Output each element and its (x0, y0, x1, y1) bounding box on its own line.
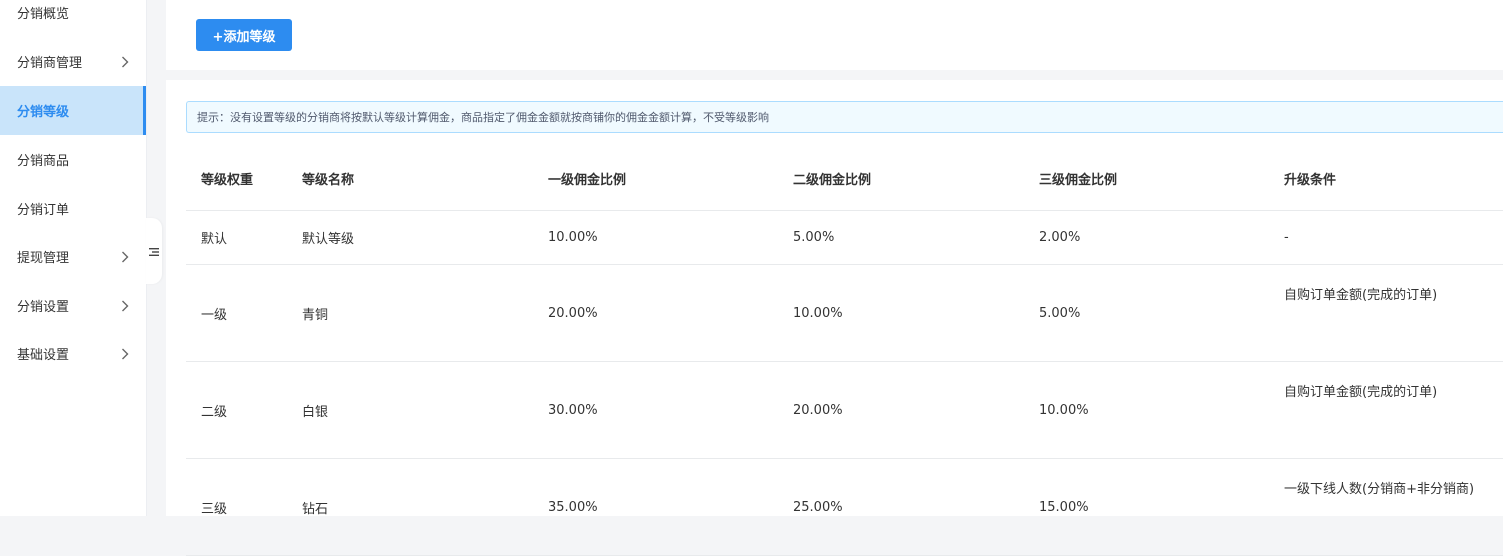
cell-level1-rate: 30.00% (533, 361, 778, 459)
cell-name: 默认等级 (287, 210, 533, 265)
sidebar-item-distribution-orders[interactable]: 分销订单 (0, 184, 146, 233)
tip-text: 提示：没有设置等级的分销商将按默认等级计算佣金，商品指定了佣金金额就按商铺你的佣… (197, 111, 769, 124)
cell-upgrade-condition: 自购订单金额(完成的订单) (1269, 361, 1503, 459)
cell-name: 钻石 (287, 458, 533, 556)
sidebar-item-distribution-settings[interactable]: 分销设置 (0, 281, 146, 330)
chevron-right-icon (118, 250, 132, 264)
cell-level3-rate: 15.00% (1024, 458, 1269, 556)
tip-alert: 提示：没有设置等级的分销商将按默认等级计算佣金，商品指定了佣金金额就按商铺你的佣… (186, 101, 1503, 133)
header-level1-rate: 一级佣金比例 (533, 146, 778, 211)
cell-upgrade-condition: 一级下线人数(分销商+非分销商) (1269, 458, 1503, 556)
chevron-right-icon (118, 299, 132, 313)
sidebar: 分销概览 分销商管理 分销等级 分销商品 分销订单 提现管理 分销设置 基础设置 (0, 0, 147, 516)
toolbar-card: +添加等级 (166, 0, 1503, 70)
sidebar-item-label: 分销设置 (17, 300, 70, 315)
cell-upgrade-condition: 自购订单金额(完成的订单) (1269, 264, 1503, 362)
sidebar-item-withdrawal-management[interactable]: 提现管理 (0, 232, 146, 281)
cell-level3-rate: 2.00% (1024, 210, 1269, 265)
sidebar-item-label: 分销订单 (17, 203, 70, 218)
sidebar-item-label: 基础设置 (17, 348, 70, 363)
sidebar-item-basic-settings[interactable]: 基础设置 (0, 329, 146, 378)
cell-level2-rate: 5.00% (778, 210, 1024, 265)
cell-level2-rate: 10.00% (778, 264, 1024, 362)
sidebar-item-distributor-management[interactable]: 分销商管理 (0, 37, 146, 86)
sidebar-item-label: 提现管理 (17, 251, 70, 266)
header-name: 等级名称 (287, 146, 533, 211)
table-row: 默认 默认等级 10.00% 5.00% 2.00% - (186, 210, 1503, 265)
cell-weight: 一级 (186, 264, 287, 362)
header-upgrade-condition: 升级条件 (1269, 146, 1503, 211)
table-header-row: 等级权重 等级名称 一级佣金比例 二级佣金比例 三级佣金比例 升级条件 (186, 146, 1503, 211)
cell-weight: 二级 (186, 361, 287, 459)
sidebar-collapse-toggle[interactable] (146, 218, 162, 284)
cell-name: 白银 (287, 361, 533, 459)
sidebar-item-overview[interactable]: 分销概览 (0, 0, 146, 37)
sidebar-item-distribution-products[interactable]: 分销商品 (0, 135, 146, 184)
cell-level3-rate: 5.00% (1024, 264, 1269, 362)
add-level-button[interactable]: +添加等级 (196, 19, 292, 51)
header-weight: 等级权重 (186, 146, 287, 211)
cell-level1-rate: 10.00% (533, 210, 778, 265)
chevron-right-icon (118, 347, 132, 361)
menu-fold-icon (149, 242, 159, 261)
cell-upgrade-condition: - (1269, 210, 1503, 265)
table-row: 二级 白银 30.00% 20.00% 10.00% 自购订单金额(完成的订单) (186, 361, 1503, 459)
table-row: 三级 钻石 35.00% 25.00% 15.00% 一级下线人数(分销商+非分… (186, 458, 1503, 556)
cell-weight: 三级 (186, 458, 287, 556)
level-list-card: 提示：没有设置等级的分销商将按默认等级计算佣金，商品指定了佣金金额就按商铺你的佣… (166, 80, 1503, 556)
cell-level1-rate: 20.00% (533, 264, 778, 362)
table-row: 一级 青铜 20.00% 10.00% 5.00% 自购订单金额(完成的订单) (186, 264, 1503, 362)
chevron-right-icon (118, 55, 132, 69)
cell-level3-rate: 10.00% (1024, 361, 1269, 459)
cell-level2-rate: 20.00% (778, 361, 1024, 459)
header-level2-rate: 二级佣金比例 (778, 146, 1024, 211)
header-level3-rate: 三级佣金比例 (1024, 146, 1269, 211)
sidebar-item-label: 分销商品 (17, 154, 70, 169)
sidebar-item-label: 分销等级 (17, 105, 70, 120)
level-table: 等级权重 等级名称 一级佣金比例 二级佣金比例 三级佣金比例 升级条件 默认 默… (186, 146, 1503, 556)
cell-name: 青铜 (287, 264, 533, 362)
sidebar-item-distribution-level[interactable]: 分销等级 (0, 86, 146, 135)
sidebar-item-label: 分销商管理 (17, 56, 83, 71)
cell-level2-rate: 25.00% (778, 458, 1024, 556)
cell-level1-rate: 35.00% (533, 458, 778, 556)
sidebar-item-label: 分销概览 (17, 7, 70, 22)
cell-weight: 默认 (186, 210, 287, 265)
